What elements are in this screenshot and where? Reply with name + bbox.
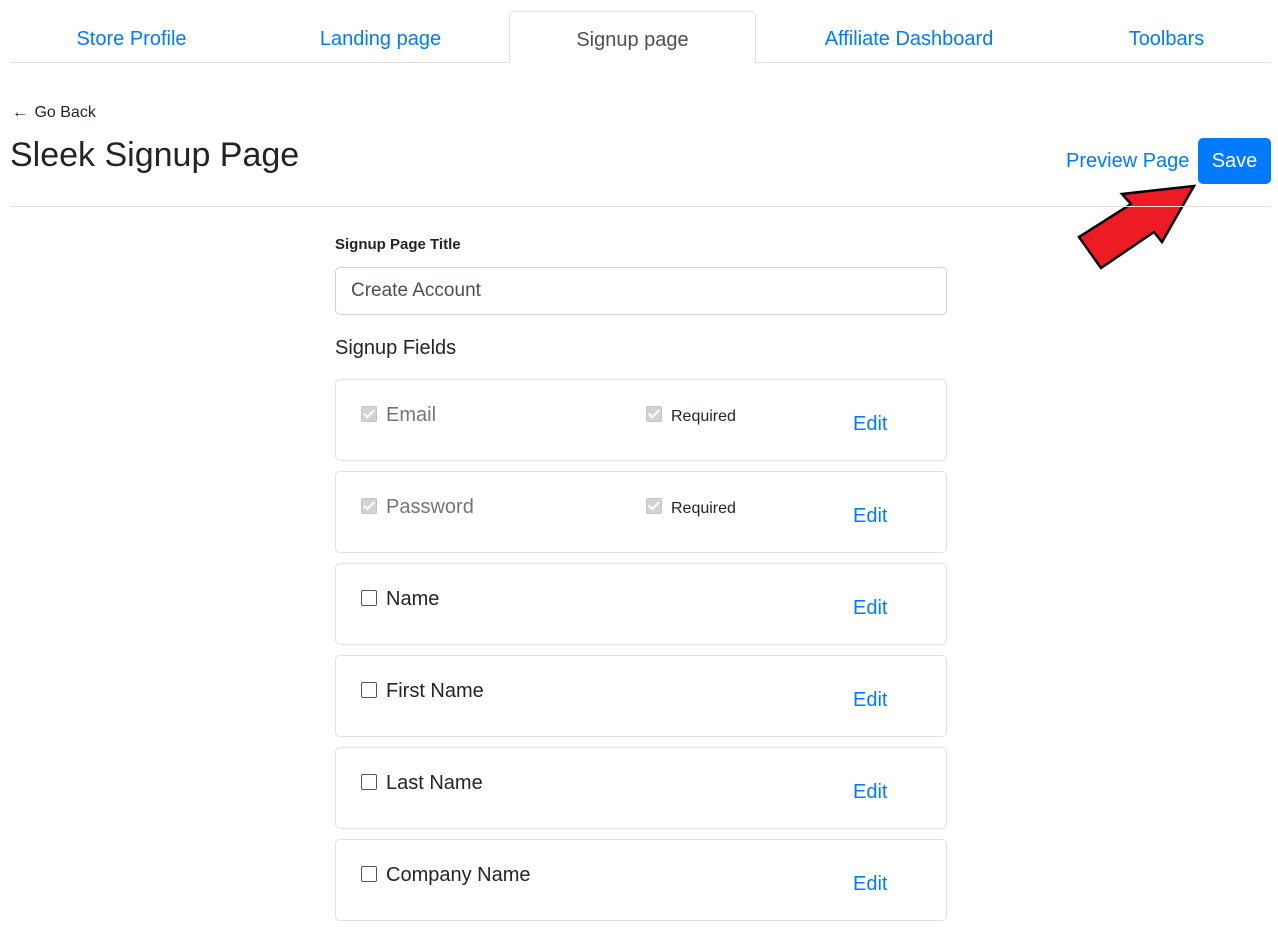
field-enabled-checkbox[interactable] bbox=[361, 774, 377, 790]
edit-field-link[interactable]: Edit bbox=[853, 781, 887, 804]
edit-field-link[interactable]: Edit bbox=[853, 689, 887, 712]
signup-fields-heading: Signup Fields bbox=[335, 337, 457, 359]
edit-field-link[interactable]: Edit bbox=[853, 873, 887, 896]
save-button[interactable]: Save bbox=[1198, 138, 1271, 184]
go-back-label: Go Back bbox=[34, 104, 96, 121]
header-divider bbox=[10, 206, 1271, 207]
go-back-link[interactable]: ← Go Back bbox=[12, 104, 96, 122]
field-name-label: Password bbox=[386, 496, 474, 518]
preview-page-link[interactable]: Preview Page bbox=[1066, 150, 1189, 173]
required-checkbox bbox=[646, 406, 662, 422]
field-name-label: First Name bbox=[386, 680, 484, 702]
tab-store-profile[interactable]: Store Profile bbox=[10, 11, 253, 63]
tab-landing-page[interactable]: Landing page bbox=[258, 11, 503, 63]
field-enabled-checkbox[interactable] bbox=[361, 590, 377, 606]
signup-title-input[interactable] bbox=[335, 267, 947, 315]
field-enabled-checkbox bbox=[361, 406, 377, 422]
required-label: Required bbox=[671, 408, 736, 425]
edit-field-link[interactable]: Edit bbox=[853, 413, 887, 436]
signup-title-label: Signup Page Title bbox=[335, 236, 461, 253]
page-title: Sleek Signup Page bbox=[10, 136, 300, 174]
field-name-label: Last Name bbox=[386, 772, 483, 794]
signup-field-card: Name Edit bbox=[335, 563, 947, 645]
field-enabled-checkbox[interactable] bbox=[361, 682, 377, 698]
tab-affiliate-dashboard[interactable]: Affiliate Dashboard bbox=[790, 11, 1028, 63]
required-label: Required bbox=[671, 500, 736, 517]
annotation-arrow-icon bbox=[1077, 184, 1197, 270]
signup-field-card: Password Required Edit bbox=[335, 471, 947, 553]
signup-field-card: First Name Edit bbox=[335, 655, 947, 737]
field-name-label: Name bbox=[386, 588, 440, 610]
field-name-label: Company Name bbox=[386, 864, 531, 886]
field-enabled-checkbox[interactable] bbox=[361, 866, 377, 882]
signup-field-card: Company Name Edit bbox=[335, 839, 947, 921]
tab-signup-page[interactable]: Signup page bbox=[509, 11, 756, 64]
field-name-label: Email bbox=[386, 404, 437, 426]
tab-bar: Store Profile Landing page Signup page A… bbox=[10, 11, 1271, 64]
signup-field-card: Email Required Edit bbox=[335, 379, 947, 461]
edit-field-link[interactable]: Edit bbox=[853, 505, 887, 528]
required-checkbox bbox=[646, 498, 662, 514]
edit-field-link[interactable]: Edit bbox=[853, 597, 887, 620]
signup-field-card: Last Name Edit bbox=[335, 747, 947, 829]
tab-toolbars[interactable]: Toolbars bbox=[1050, 11, 1278, 63]
field-enabled-checkbox bbox=[361, 498, 377, 514]
arrow-left-icon: ← bbox=[12, 104, 28, 121]
